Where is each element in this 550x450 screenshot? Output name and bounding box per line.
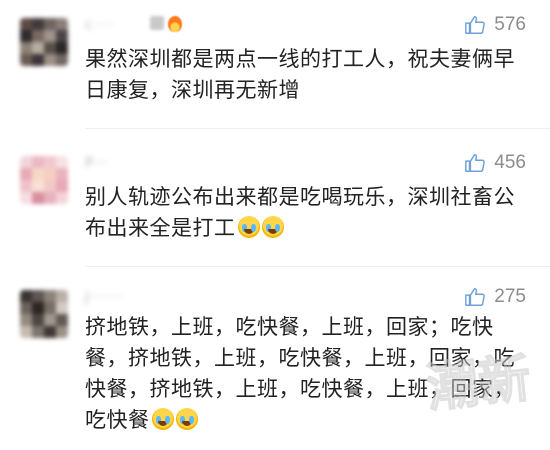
laughing-tears-icon bbox=[151, 408, 174, 430]
like-count: 456 bbox=[494, 152, 526, 173]
watermark-logo: 潮新 bbox=[423, 347, 534, 420]
user-badges bbox=[150, 16, 182, 32]
crying-face-icon bbox=[261, 216, 284, 238]
badge-icon bbox=[150, 16, 164, 30]
comment-text-body: 别人轨迹公布出来都是吃喝玩乐，深圳社畜公布出来全是打工 bbox=[85, 185, 515, 240]
avatar[interactable] bbox=[20, 290, 68, 338]
username[interactable]: c···· bbox=[85, 18, 114, 33]
fire-badge-icon bbox=[168, 16, 182, 32]
laughing-tears-icon bbox=[175, 408, 198, 430]
thumbs-up-icon bbox=[465, 154, 486, 172]
avatar[interactable] bbox=[20, 18, 68, 66]
like-count: 576 bbox=[494, 14, 526, 35]
thumbs-up-icon bbox=[465, 288, 486, 306]
username[interactable]: P··· bbox=[85, 156, 109, 171]
like-button[interactable]: 576 bbox=[464, 14, 526, 36]
divider bbox=[85, 266, 550, 267]
like-button[interactable]: 456 bbox=[464, 152, 526, 174]
crying-face-icon bbox=[237, 216, 260, 238]
like-button[interactable]: 275 bbox=[464, 286, 526, 308]
thumbs-up-icon bbox=[465, 16, 486, 34]
like-count: 275 bbox=[494, 286, 526, 307]
username[interactable]: J······· bbox=[85, 290, 126, 305]
divider bbox=[85, 128, 550, 129]
comment-text: 果然深圳都是两点一线的打工人，祝夫妻俩早日康复，深圳再无新增 bbox=[85, 47, 515, 102]
comment-text: 别人轨迹公布出来都是吃喝玩乐，深圳社畜公布出来全是打工 bbox=[85, 182, 525, 244]
avatar[interactable] bbox=[20, 156, 68, 204]
